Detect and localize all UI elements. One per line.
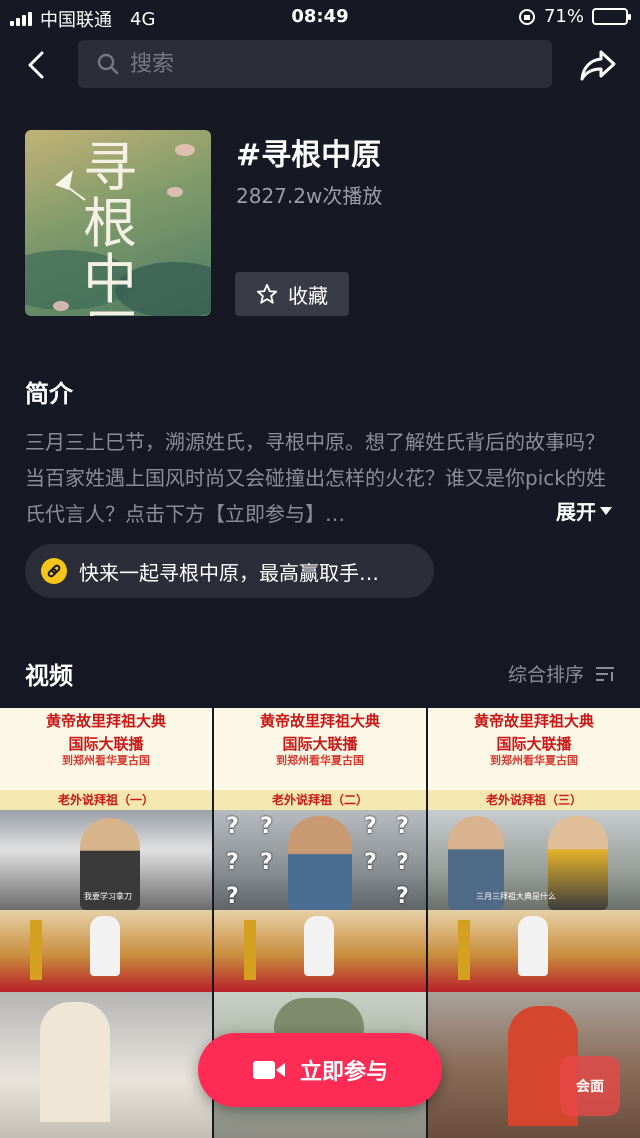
video-tile[interactable]: 黄帝故里拜祖大典 国际大联播 到郑州看华夏古国 老外说拜祖（一） 我要学习拿刀 (0, 708, 212, 1138)
question-mark-icon: ? (260, 814, 273, 839)
star-icon (256, 283, 278, 304)
stage-backdrop (428, 910, 640, 992)
intro-text: 三月三上巳节，溯源姓氏，寻根中原。想了解姓氏背后的故事吗？当百家姓遇上国风时尚又… (25, 430, 606, 526)
top-bar (0, 38, 640, 92)
watermark-text: 会面 (576, 1079, 604, 1095)
video-banner: 黄帝故里拜祖大典 国际大联播 到郑州看华夏古国 (0, 708, 212, 790)
cover-calligraphy: 寻根中原 (83, 136, 137, 317)
video-caption: 我要学习拿刀 (84, 892, 132, 901)
question-mark-icon: ? (260, 850, 273, 875)
chevron-left-icon[interactable] (20, 48, 54, 82)
campaign-link-text: 快来一起寻根中原，最高赢取手… (79, 560, 379, 585)
banner-subtitle: 到郑州看华夏古国 (276, 754, 364, 767)
video-thumbnail: 三月三拜祖大典是什么 (428, 810, 640, 910)
battery-percent: 71% (543, 6, 584, 27)
campaign-link[interactable]: 快来一起寻根中原，最高赢取手… (25, 544, 434, 598)
banner-title: 黄帝故里拜祖大典 (259, 712, 380, 730)
videos-heading: 视频 (25, 662, 73, 690)
banner-subtitle: 到郑州看华夏古国 (490, 754, 578, 767)
link-icon (41, 558, 67, 584)
banner-title: 黄帝故里拜祖大典 (473, 712, 594, 730)
question-mark-icon: ? (226, 814, 239, 839)
topic-title: #寻根中原 (236, 138, 382, 173)
pillar (244, 920, 256, 980)
join-button[interactable]: 立即参与 (198, 1033, 442, 1107)
lower-thumbnail (0, 992, 212, 1138)
episode-label: 老外说拜祖（二） (214, 790, 426, 810)
battery-icon (592, 8, 631, 25)
expand-button[interactable]: 展开 (548, 496, 612, 525)
person-figure (288, 816, 352, 910)
play-count: 2827.2w次播放 (236, 184, 383, 208)
favorite-label: 收藏 (288, 283, 328, 308)
question-mark-icon: ? (364, 850, 377, 875)
question-mark-icon: ? (396, 814, 409, 839)
stage-backdrop (214, 910, 426, 992)
person-figure (548, 816, 608, 910)
status-bar: 中国联通 4G 08:49 71% (0, 0, 640, 34)
expand-label: 展开 (556, 500, 596, 524)
banner-title-2: 国际大联播 (282, 735, 358, 753)
stage-backdrop (0, 910, 212, 992)
banner-subtitle: 到郑州看华夏古国 (62, 754, 150, 767)
statue (304, 916, 334, 976)
status-right: 71% (518, 6, 631, 27)
video-thumbnail: 我要学习拿刀 (0, 810, 212, 910)
banner-title: 黄帝故里拜祖大典 (45, 712, 166, 730)
pillar (458, 920, 470, 980)
hanfu-figure (40, 1002, 110, 1122)
sort-button[interactable]: 综合排序 (508, 660, 616, 687)
video-caption: 三月三拜祖大典是什么 (476, 892, 556, 901)
sort-label: 综合排序 (507, 664, 584, 686)
statue (518, 916, 548, 976)
question-mark-icon: ? (364, 814, 377, 839)
pillar (30, 920, 42, 980)
caret-down-icon (600, 506, 612, 515)
question-mark-icon: ? (396, 850, 409, 875)
search-input[interactable] (130, 51, 510, 77)
video-camera-icon (252, 1061, 285, 1079)
video-banner: 黄帝故里拜祖大典 国际大联播 到郑州看华夏古国 (428, 708, 640, 790)
question-mark-icon: ? (226, 884, 239, 909)
favorite-button[interactable]: 收藏 (235, 272, 349, 316)
banner-title-2: 国际大联播 (68, 735, 144, 753)
intro-heading: 简介 (25, 380, 73, 408)
join-button-label: 立即参与 (299, 1060, 388, 1085)
video-banner: 黄帝故里拜祖大典 国际大联播 到郑州看华夏古国 (214, 708, 426, 790)
banner-title-2: 国际大联播 (496, 735, 572, 753)
video-thumbnail: ? ? ? ? ? ? ? ? ? ? (214, 810, 426, 910)
episode-label: 老外说拜祖（一） (0, 790, 212, 810)
question-mark-icon: ? (396, 884, 409, 909)
search-box[interactable] (78, 40, 552, 88)
statue (90, 916, 120, 976)
question-mark-icon: ? (226, 850, 239, 875)
orientation-lock-icon (518, 8, 535, 25)
search-icon (97, 53, 119, 75)
watermark-logo: 会面 (560, 1056, 620, 1116)
topic-cover-image: 寻根中原 (25, 130, 211, 316)
episode-label: 老外说拜祖（三） (428, 790, 640, 810)
sort-icon (596, 666, 614, 681)
share-icon[interactable] (578, 46, 618, 84)
